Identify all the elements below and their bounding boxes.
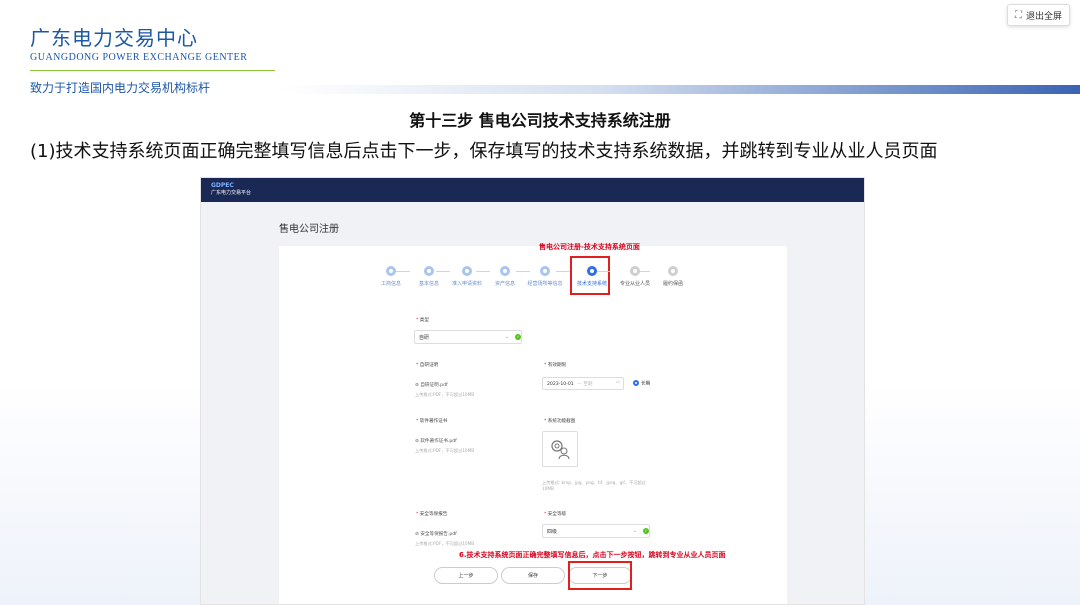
step-premises-info[interactable]: 经营场所等信息 (525, 266, 565, 287)
step-title: 第十三步 售电公司技术支持系统注册 (409, 111, 671, 130)
software-cert-label: 软件著作证书 (416, 418, 448, 424)
type-field-label: 类型 (416, 317, 429, 323)
org-name-en: GUANGDONG POWER EXCHANGE GENTER (30, 52, 248, 63)
header-gradient-bar (280, 85, 1080, 94)
security-level-select[interactable]: 四级 ⌄ (542, 524, 650, 538)
exit-fullscreen-label: 退出全屏 (1025, 11, 1062, 22)
exit-fullscreen-icon: ⛶ (1014, 9, 1022, 21)
self-dev-upload-hint: 上传格式:PDF，不可超过10MB (415, 392, 475, 397)
platform-logo: GDPEC (211, 182, 234, 189)
radio-checked-icon (633, 380, 639, 386)
check-icon: ✓ (643, 528, 649, 534)
step-basic-info[interactable]: 基本信息 (409, 266, 449, 287)
software-cert-file[interactable]: ⊘ 软件著作证书.pdf (415, 438, 457, 444)
type-select[interactable]: 自研 ⌄ (414, 330, 522, 344)
annotation-top: 售电公司注册-技术支持系统页面 (539, 243, 640, 251)
calendar-icon: ▭ (615, 380, 620, 385)
step-label: 资产信息 (494, 281, 515, 287)
step-done-icon (386, 266, 396, 276)
step-label: 履约保函 (662, 281, 683, 287)
self-dev-proof-file[interactable]: ⊘ 自研证明.pdf (415, 382, 448, 388)
prev-step-button[interactable]: 上一步 (434, 567, 498, 584)
step-business-info[interactable]: 工商信息 (371, 266, 411, 287)
registration-steps: 工商信息 基本信息 准入申请资料 资产信息 经营场所等信息 技术支持系统 专业从… (379, 266, 699, 296)
step-access-materials[interactable]: 准入申请资料 (447, 266, 487, 287)
annotation-bottom: 6.技术支持系统页面正确完整填写信息后，点击下一步按钮，跳转到专业从业人员页面 (459, 551, 726, 559)
start-date: 2023-10-01 (547, 382, 574, 387)
step-professionals[interactable]: 专业从业人员 (615, 266, 655, 287)
security-level-label: 安全等级 (544, 511, 566, 517)
system-screenshot-thumbnail[interactable] (542, 431, 578, 467)
security-level-value: 四级 (547, 529, 558, 535)
step-label: 经营场所等信息 (527, 281, 563, 287)
system-screenshot-label: 系统功能截图 (544, 418, 576, 424)
validity-date-range[interactable]: 2023-10-01 — 至期 ▭ (542, 377, 624, 390)
chevron-down-icon: ⌄ (504, 334, 509, 340)
step-asset-info[interactable]: 资产信息 (485, 266, 525, 287)
type-select-value: 自研 (419, 335, 430, 341)
step-label: 专业从业人员 (619, 281, 650, 287)
save-button[interactable]: 保存 (501, 567, 565, 584)
step-done-icon (540, 266, 550, 276)
chevron-down-icon: ⌄ (632, 528, 637, 534)
software-cert-hint: 上传格式:PDF，不可超过10MB (415, 448, 475, 453)
validity-label: 有效期限 (544, 362, 566, 368)
step-active-icon (587, 266, 597, 276)
exit-fullscreen-button[interactable]: ⛶ 退出全屏 (1006, 4, 1070, 26)
step-label: 准入申请资料 (451, 281, 482, 287)
highlight-next-button (568, 561, 632, 590)
step-label: 技术支持系统 (576, 281, 607, 287)
step-description: (1)技术支持系统页面正确完整填写信息后点击下一步，保存填写的技术支持系统数据，… (30, 141, 938, 162)
gear-person-icon (551, 440, 570, 460)
platform-name: 广东电力交易平台 (211, 190, 252, 196)
platform-topbar: GDPEC 广东电力交易平台 (201, 178, 864, 202)
embedded-screenshot: GDPEC 广东电力交易平台 售电公司注册 售电公司注册-技术支持系统页面 工商… (200, 177, 865, 605)
system-screenshot-hint: 上传格式: bmp、jpg、png、tif、jpeg、gif，不可超过10MB (542, 480, 646, 491)
step-done-icon (424, 266, 434, 276)
self-dev-proof-label: 自研证明 (416, 362, 438, 368)
step-tech-support[interactable]: 技术支持系统 (572, 266, 612, 287)
org-name-cn: 广东电力交易中心 (30, 26, 198, 50)
step-done-icon (462, 266, 472, 276)
step-label: 工商信息 (380, 281, 401, 287)
step-label: 基本信息 (418, 281, 439, 287)
step-done-icon (500, 266, 510, 276)
check-icon: ✓ (515, 334, 521, 340)
step-performance-bond[interactable]: 履约保函 (653, 266, 693, 287)
step-todo-icon (668, 266, 678, 276)
brand-divider (30, 70, 275, 71)
security-report-hint: 上传格式:PDF，不可超过10MB (415, 541, 475, 546)
registration-page-title: 售电公司注册 (279, 224, 339, 235)
long-term-label: 长期 (641, 381, 651, 387)
security-report-file[interactable]: ⊘ 安全等保报告.pdf (415, 531, 457, 537)
step-todo-icon (630, 266, 640, 276)
long-term-radio[interactable]: 长期 (633, 380, 650, 387)
security-report-label: 安全等保报告 (416, 511, 448, 517)
slogan: 致力于打造国内电力交易机构标杆 (30, 81, 211, 95)
end-date-placeholder: — 至期 (577, 382, 593, 387)
